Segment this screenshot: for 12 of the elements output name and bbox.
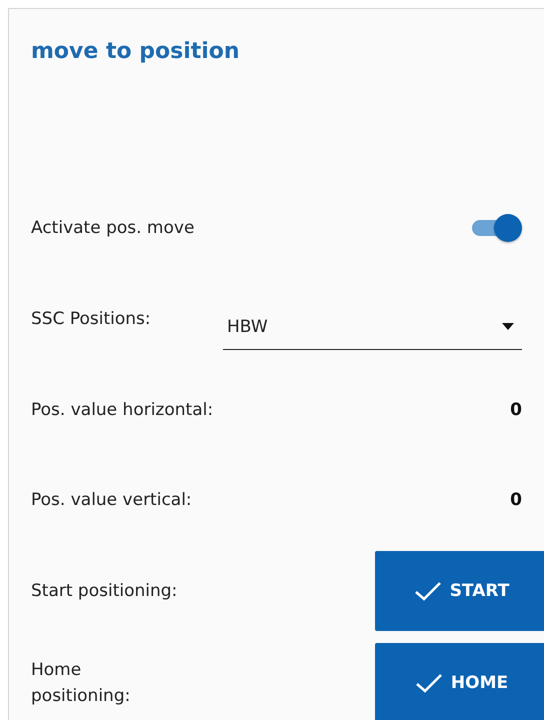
select-label: SSC Positions: — [31, 308, 152, 331]
value-label: Pos. value vertical: — [31, 489, 192, 512]
action-label: Home positioning: — [31, 659, 130, 708]
value-label: Pos. value horizontal: — [31, 399, 214, 422]
action-button[interactable]: START — [375, 551, 544, 631]
action-button[interactable]: HOME — [375, 643, 544, 720]
positions-dropdown[interactable]: HBW — [223, 304, 522, 350]
value-text: 0 — [510, 400, 522, 420]
toggle-label: Activate pos. move — [31, 217, 194, 240]
panel-title: move to position — [31, 39, 240, 64]
value-text: 0 — [510, 490, 522, 510]
action-label: Start positioning: — [31, 580, 178, 603]
